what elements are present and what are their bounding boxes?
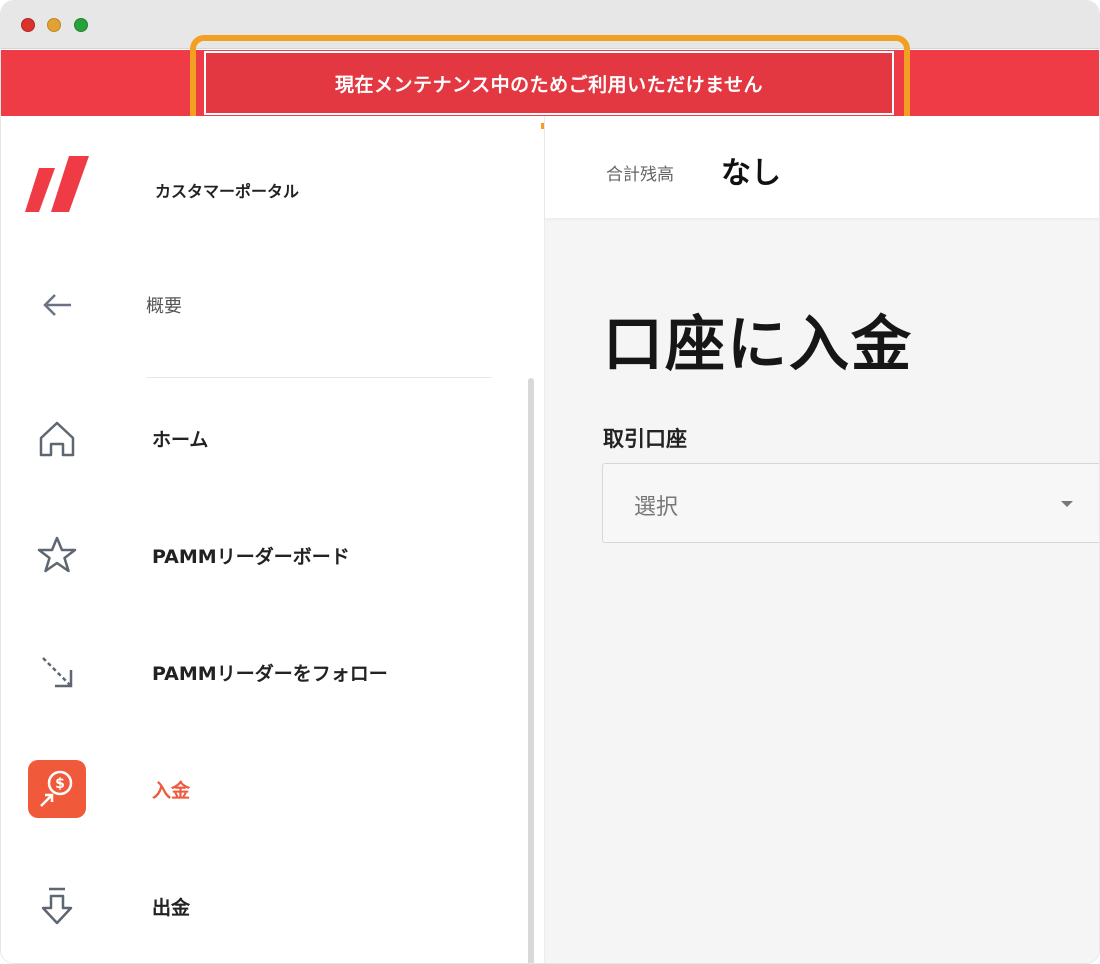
back-arrow-svg xyxy=(43,294,71,316)
portal-title: カスタマーポータル xyxy=(155,182,300,201)
chevron-down-icon xyxy=(1061,501,1073,507)
withdraw-icon xyxy=(27,876,87,936)
sidebar-item-label: 入金 xyxy=(152,780,191,802)
sidebar-item-label: PAMMリーダーをフォロー xyxy=(152,663,388,685)
home-icon xyxy=(27,408,87,468)
sidebar-scrollbar[interactable] xyxy=(528,378,534,963)
overview-link[interactable]: 概要 xyxy=(146,292,182,318)
close-window-button[interactable] xyxy=(21,18,35,32)
sidebar-divider xyxy=(146,377,492,378)
follow-arrow-icon xyxy=(27,642,87,702)
sidebar: カスタマーポータル 概要 ホーム PAMMリーダーボード PAMMリーダーをフォ… xyxy=(1,116,541,963)
app-window: 現在メンテナンス中のためご利用いただけません カスタマーポータル 概要 ホーム xyxy=(0,0,1100,964)
sidebar-item-label: 出金 xyxy=(152,897,191,919)
sidebar-item-home[interactable]: ホーム xyxy=(1,393,521,483)
total-balance-label: 合計残高 xyxy=(606,165,674,185)
balance-header: 合計残高 なし xyxy=(545,116,1099,218)
maximize-window-button[interactable] xyxy=(74,18,88,32)
trading-account-select[interactable]: 選択 xyxy=(602,463,1099,543)
sidebar-item-label: ホーム xyxy=(152,429,209,451)
sidebar-item-follow-pamm-leader[interactable]: PAMMリーダーをフォロー xyxy=(1,627,521,717)
select-placeholder: 選択 xyxy=(634,495,679,520)
total-balance-value: なし xyxy=(721,156,781,191)
brand-logo[interactable] xyxy=(25,156,93,216)
sidebar-item-label: PAMMリーダーボード xyxy=(152,546,350,568)
svg-text:$: $ xyxy=(55,776,65,792)
page-title: 口座に入金 xyxy=(603,310,913,380)
deposit-icon-tile: $ xyxy=(28,760,86,818)
sidebar-item-deposit[interactable]: $ 入金 xyxy=(1,744,521,834)
minimize-window-button[interactable] xyxy=(47,18,61,32)
trading-account-label: 取引口座 xyxy=(603,427,687,451)
sidebar-item-withdraw[interactable]: 出金 xyxy=(1,861,521,951)
star-icon xyxy=(27,525,87,585)
main-content: 合計残高 なし 口座に入金 取引口座 選択 xyxy=(544,116,1099,963)
back-arrow-icon[interactable] xyxy=(41,288,75,322)
sidebar-item-pamm-leaderboard[interactable]: PAMMリーダーボード xyxy=(1,510,521,600)
deposit-icon: $ xyxy=(27,759,87,819)
maintenance-message: 現在メンテナンス中のためご利用いただけません xyxy=(204,51,894,115)
